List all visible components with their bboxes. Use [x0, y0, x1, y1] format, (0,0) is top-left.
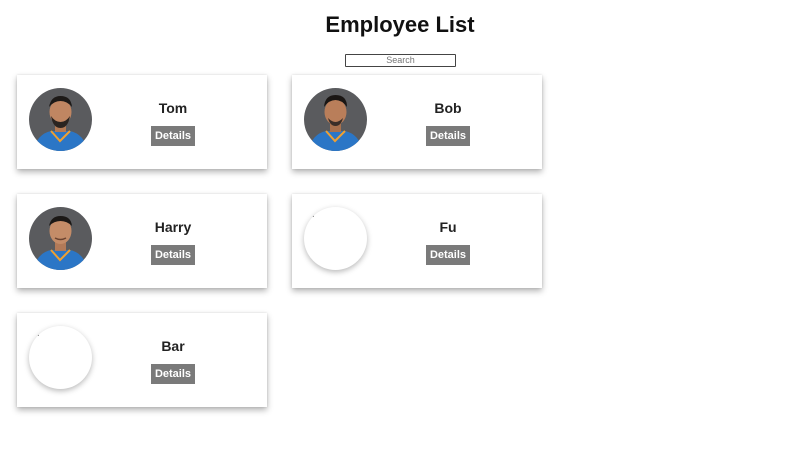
- employee-avatar: [29, 326, 92, 389]
- employee-name: Tom: [158, 100, 188, 116]
- employee-name: Bar: [161, 338, 185, 354]
- employee-avatar: [304, 207, 367, 270]
- details-button[interactable]: Details: [151, 364, 195, 384]
- details-button[interactable]: Details: [151, 245, 195, 265]
- employee-avatar: [29, 207, 92, 270]
- employee-avatar: [304, 88, 367, 151]
- employee-name: Fu: [439, 219, 457, 235]
- employee-card: Bar Details: [17, 313, 267, 407]
- employee-card: Bob Details: [292, 75, 542, 169]
- details-button[interactable]: Details: [426, 245, 470, 265]
- employee-card: Tom Details: [17, 75, 267, 169]
- broken-image-icon: [36, 334, 39, 336]
- search-bar: [345, 50, 456, 67]
- search-input[interactable]: [345, 53, 456, 67]
- employee-name: Harry: [154, 219, 192, 235]
- details-button[interactable]: Details: [426, 126, 470, 146]
- broken-image-icon: [311, 215, 314, 217]
- employee-avatar: [29, 88, 92, 151]
- employee-card: Fu Details: [292, 194, 542, 288]
- employee-name: Bob: [434, 100, 462, 116]
- page-title: Employee List: [325, 12, 475, 37]
- employee-card: Harry Details: [17, 194, 267, 288]
- details-button[interactable]: Details: [151, 126, 195, 146]
